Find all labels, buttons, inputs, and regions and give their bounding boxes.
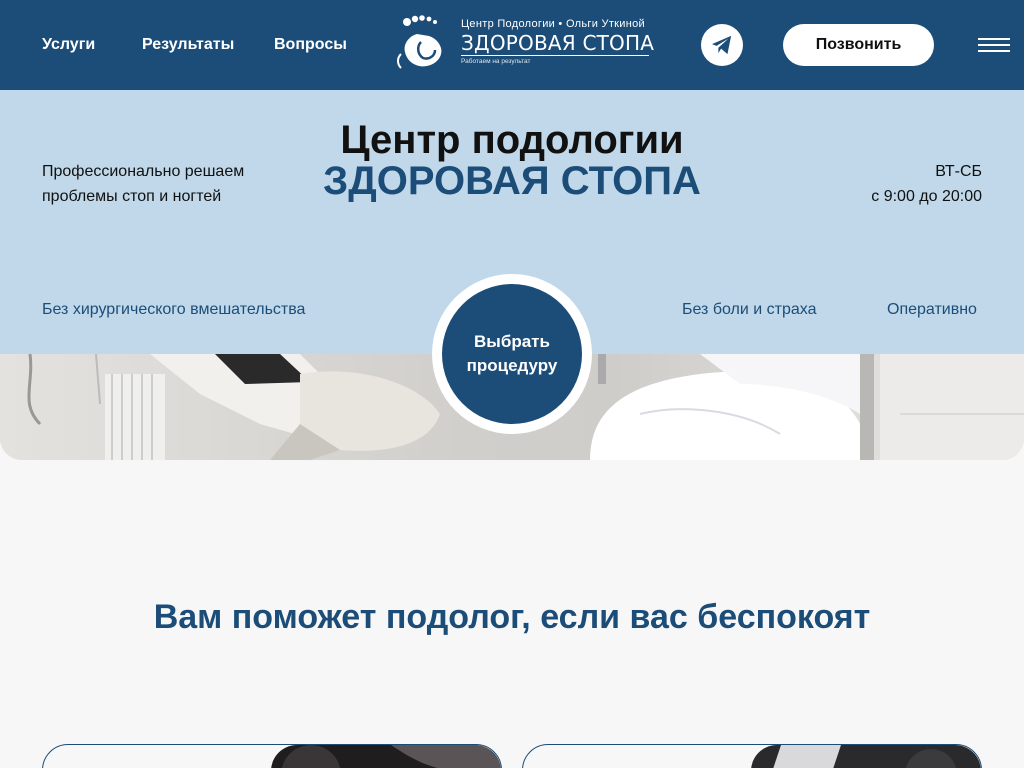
site-logo[interactable]: Центр Подологии • Ольги Уткиной ЗДОРОВАЯ… <box>395 12 655 74</box>
telegram-icon <box>712 35 732 55</box>
nav-link-questions[interactable]: Вопросы <box>274 36 347 54</box>
cta-line-2: процедуру <box>466 356 558 375</box>
card-image <box>271 745 501 768</box>
hero-title: Центр подологии <box>340 118 684 162</box>
hero-description-line-1: Профессионально решаем <box>42 163 245 180</box>
hamburger-icon[interactable] <box>978 38 1010 52</box>
feature-no-pain: Без боли и страха <box>682 301 817 318</box>
working-hours: ВТ-СБ с 9:00 до 20:00 <box>871 159 982 209</box>
working-time: с 9:00 до 20:00 <box>871 188 982 205</box>
problem-card[interactable] <box>42 744 502 768</box>
telegram-button[interactable] <box>701 24 743 66</box>
call-button[interactable]: Позвонить <box>783 24 934 66</box>
logo-brand: ЗДОРОВАЯ СТОПА <box>461 31 655 55</box>
nav-link-results[interactable]: Результаты <box>142 36 234 54</box>
foot-logo-icon <box>397 15 442 69</box>
hero-description-line-2: проблемы стоп и ногтей <box>42 188 222 205</box>
logo-divider <box>461 55 649 56</box>
logo-tagline: Работаем на результат <box>461 58 531 65</box>
working-days: ВТ-СБ <box>935 163 982 180</box>
section-title: Вам поможет подолог, если вас беспокоят <box>153 598 871 636</box>
site-header: Услуги Результаты Вопросы Центр Подологи… <box>0 0 1024 90</box>
hero-description: Профессионально решаем проблемы стоп и н… <box>42 159 282 209</box>
problem-card[interactable] <box>522 744 982 768</box>
feature-no-surgery: Без хирургического вмешательства <box>42 301 306 318</box>
feature-fast: Оперативно <box>887 301 977 318</box>
nav-link-services[interactable]: Услуги <box>42 36 95 54</box>
cta-line-1: Выбрать <box>474 332 550 351</box>
choose-procedure-button[interactable]: Выбрать процедуру <box>442 284 582 424</box>
logo-top-line: Центр Подологии • Ольги Уткиной <box>461 18 645 30</box>
card-image <box>751 745 981 768</box>
